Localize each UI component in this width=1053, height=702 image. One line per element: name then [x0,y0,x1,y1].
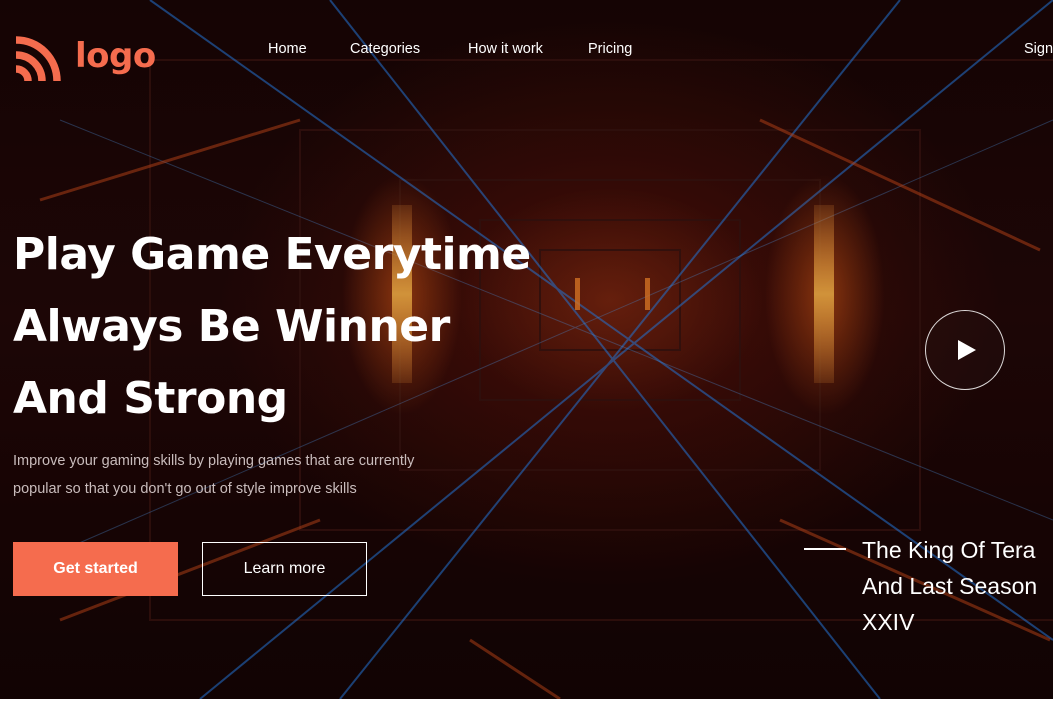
headline-line: Play Game Everytime [13,229,531,280]
get-started-button[interactable]: Get started [13,542,178,596]
hero-section: logo Home Categories How it work Pricing… [0,0,1053,699]
description-line: popular so that you don't go out of styl… [13,481,357,497]
headline-line: And Strong [13,373,288,424]
nav-sign-in[interactable]: Sign [1024,38,1053,60]
hero-description: Improve your gaming skills by playing ga… [13,447,483,503]
play-icon [958,340,976,360]
nav-categories[interactable]: Categories [350,38,420,60]
nav-pricing[interactable]: Pricing [588,38,632,60]
hero-headline: Play Game Everytime Always Be Winner And… [13,219,613,435]
nav-how-it-work[interactable]: How it work [468,38,543,60]
featured-game-title[interactable]: The King Of Tera And Last Season XXIV [862,532,1053,640]
feature-title-line: The King Of Tera [862,537,1036,563]
main-navigation: Home Categories How it work Pricing Sign [0,38,1053,60]
description-line: Improve your gaming skills by playing ga… [13,453,415,469]
learn-more-button[interactable]: Learn more [202,542,367,596]
nav-home[interactable]: Home [268,38,307,60]
feature-title-line: XXIV [862,609,915,635]
feature-title-line: And Last Season [862,573,1038,599]
headline-line: Always Be Winner [13,301,450,352]
play-video-button[interactable] [925,310,1005,390]
feature-divider-line [804,548,846,550]
